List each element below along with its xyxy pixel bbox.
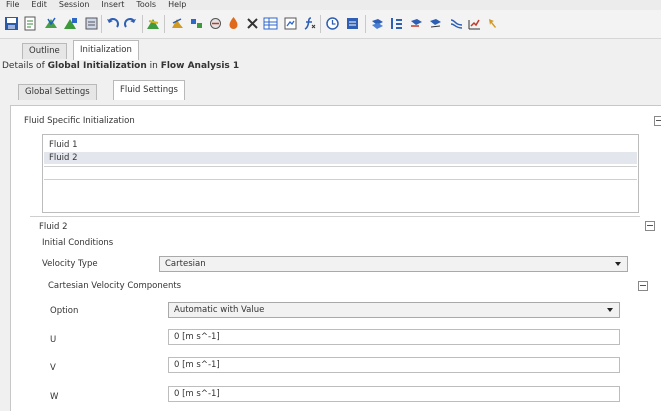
table-icon[interactable] (263, 16, 278, 31)
details-middle: in (146, 61, 161, 71)
mesh-import-icon[interactable] (63, 16, 78, 31)
option-value: Automatic with Value (174, 305, 265, 315)
tab-global-settings[interactable]: Global Settings (18, 84, 97, 100)
plane-icon[interactable] (370, 16, 385, 31)
v-label: V (50, 363, 56, 373)
details-prefix: Details of (2, 61, 48, 71)
mesh-icon[interactable] (44, 16, 59, 31)
collapse-fluid-2-icon[interactable] (645, 221, 655, 231)
solver-control-icon[interactable] (283, 16, 298, 31)
chevron-down-icon (607, 308, 613, 312)
option-select[interactable]: Automatic with Value (168, 302, 620, 318)
boundary-icon[interactable] (170, 16, 185, 31)
locator-icon[interactable] (486, 16, 501, 31)
mesh-edit-icon[interactable] (146, 16, 161, 31)
tab-initialization[interactable]: Initialization (73, 40, 139, 60)
contour-icon[interactable] (428, 16, 443, 31)
list-item-fluid-2[interactable]: Fluid 2 (44, 152, 637, 164)
initial-conditions-label: Initial Conditions (42, 238, 114, 248)
vector-icon[interactable] (409, 16, 424, 31)
velocity-type-select[interactable]: Cartesian (159, 256, 628, 272)
save-icon[interactable] (4, 16, 19, 31)
option-label: Option (50, 306, 79, 316)
collapse-cartesian-icon[interactable] (638, 281, 648, 291)
details-object: Global Initialization (47, 61, 147, 71)
list-item-fluid-1[interactable]: Fluid 1 (44, 139, 637, 151)
fluid-specific-title: Fluid Specific Initialization (24, 116, 135, 126)
pattern-icon[interactable] (389, 16, 404, 31)
menu-insert[interactable]: Insert (95, 1, 130, 9)
chevron-down-icon (615, 262, 621, 266)
w-value-field[interactable]: 0 [m s^-1] (168, 386, 620, 402)
v-value-field[interactable]: 0 [m s^-1] (168, 357, 620, 373)
velocity-type-value: Cartesian (165, 259, 206, 269)
menu-bar: File Edit Session Insert Tools Help (0, 0, 661, 10)
export-icon[interactable] (23, 16, 38, 31)
report-icon[interactable] (84, 16, 99, 31)
cartesian-components-title: Cartesian Velocity Components (48, 281, 182, 291)
streamline-icon[interactable] (449, 16, 464, 31)
tab-outline[interactable]: Outline (22, 43, 67, 59)
u-label: U (50, 335, 57, 345)
domain-icon[interactable] (189, 16, 204, 31)
clock-icon[interactable] (325, 16, 340, 31)
collapse-fluid-specific-icon[interactable] (654, 116, 661, 126)
function-icon[interactable] (302, 16, 317, 31)
menu-tools[interactable]: Tools (130, 1, 162, 9)
tab-fluid-settings[interactable]: Fluid Settings (113, 80, 185, 100)
output-control-icon[interactable] (345, 16, 360, 31)
outline-tab-strip: Outline Initialization (0, 39, 661, 60)
menu-session[interactable]: Session (53, 1, 96, 9)
menu-file[interactable]: File (0, 1, 25, 9)
fluid-section-title: Fluid 2 (39, 222, 68, 232)
velocity-type-label: Velocity Type (42, 259, 98, 269)
undo-icon[interactable] (105, 16, 120, 31)
redo-icon[interactable] (123, 16, 138, 31)
u-value-field[interactable]: 0 [m s^-1] (168, 329, 620, 345)
fluid-list: Fluid 1 Fluid 2 (42, 134, 639, 213)
details-header: Details of Global Initialization in Flow… (2, 61, 239, 71)
menu-edit[interactable]: Edit (25, 1, 53, 9)
menu-help[interactable]: Help (162, 1, 192, 9)
toolbar (0, 10, 661, 39)
chart-icon[interactable] (467, 16, 482, 31)
interface-icon[interactable] (208, 16, 223, 31)
expression-icon[interactable] (245, 16, 260, 31)
w-label: W (50, 392, 59, 402)
details-context: Flow Analysis 1 (160, 61, 240, 71)
source-icon[interactable] (226, 16, 241, 31)
